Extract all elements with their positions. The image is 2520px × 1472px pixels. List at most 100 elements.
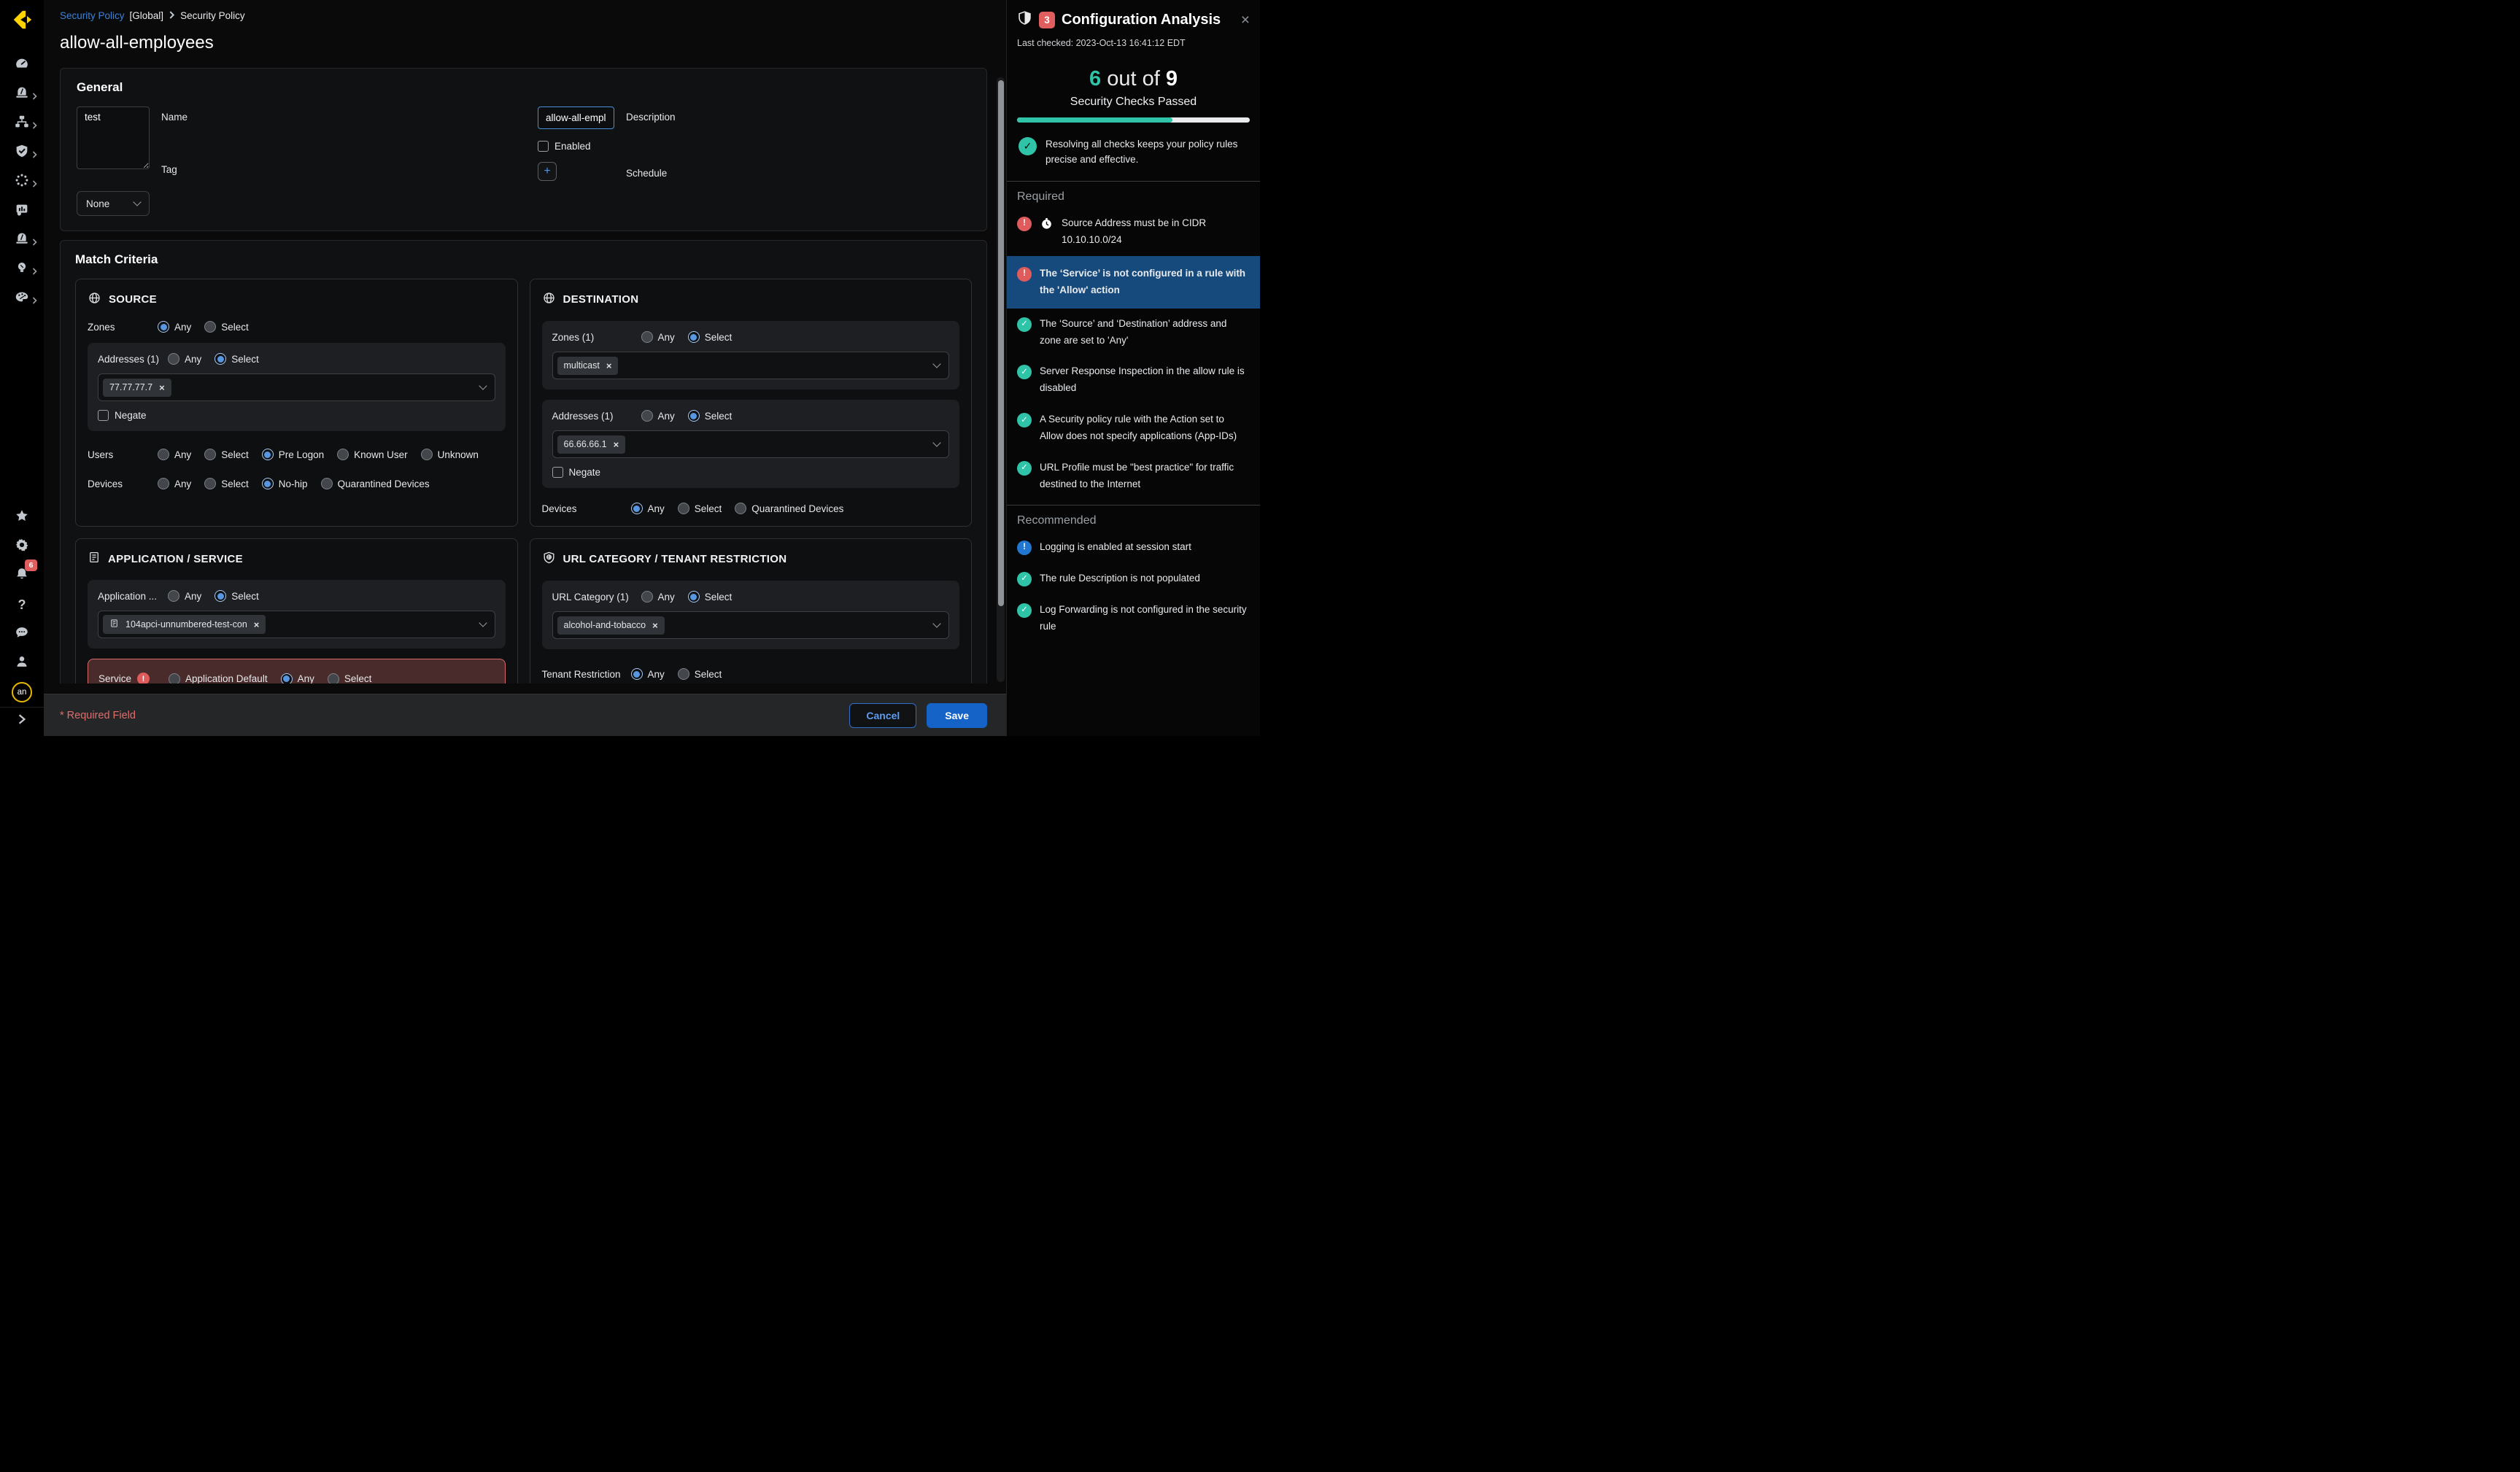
users-any-radio[interactable]: Any (158, 449, 191, 460)
source-negate-checkbox[interactable] (98, 410, 109, 421)
application-any-radio[interactable]: Any (168, 590, 201, 602)
page-title: allow-all-employees (44, 21, 1006, 53)
close-icon[interactable]: × (1241, 12, 1250, 28)
analysis-title: Configuration Analysis (1062, 12, 1221, 28)
dest-zones-select-radio[interactable]: Select (688, 331, 733, 343)
schedule-select[interactable]: None (77, 191, 150, 216)
tenant-restriction-label: Tenant Restriction (542, 669, 631, 680)
chevron-down-icon (932, 360, 940, 368)
remove-chip-icon[interactable]: × (254, 619, 260, 630)
radio-icon (321, 478, 333, 489)
destination-zones-dropdown[interactable]: multicast × (552, 352, 950, 379)
sidebar-item-alerts[interactable] (5, 225, 39, 255)
source-addresses-any-radio[interactable]: Any (168, 353, 201, 365)
general-heading: General (77, 80, 970, 95)
brand-logo-icon[interactable] (11, 9, 33, 34)
remove-chip-icon[interactable]: × (606, 360, 612, 371)
source-zones-select-radio[interactable]: Select (204, 321, 249, 333)
breadcrumb-link[interactable]: Security Policy (60, 10, 125, 21)
sidebar-item-identity[interactable] (5, 167, 39, 196)
match-criteria-heading: Match Criteria (75, 252, 972, 267)
chevron-down-icon (932, 438, 940, 446)
sidebar-item-notifications[interactable]: 6 (5, 561, 39, 590)
required-item[interactable]: ✓ Server Response Inspection in the allo… (1007, 356, 1260, 404)
application-dropdown[interactable]: 104apci-unnumbered-test-con × (98, 611, 495, 638)
source-devices-select-radio[interactable]: Select (204, 478, 249, 489)
shield-icon (1017, 10, 1032, 29)
radio-icon (169, 673, 180, 684)
dest-devices-quarantined-radio[interactable]: Quarantined Devices (735, 503, 843, 514)
tenant-select-radio[interactable]: Select (678, 668, 722, 680)
sidebar-item-security-services[interactable] (5, 138, 39, 167)
check-icon: ✓ (1017, 461, 1032, 476)
application-select-radio[interactable]: Select (214, 590, 259, 602)
users-pre-logon-radio[interactable]: Pre Logon (262, 449, 324, 460)
dest-zones-any-radio[interactable]: Any (641, 331, 675, 343)
users-select-radio[interactable]: Select (204, 449, 249, 460)
destination-negate-checkbox[interactable] (552, 467, 563, 478)
name-input[interactable] (538, 106, 614, 129)
save-button[interactable]: Save (927, 703, 987, 728)
users-unknown-radio[interactable]: Unknown (421, 449, 479, 460)
cancel-button[interactable]: Cancel (849, 703, 916, 728)
destination-addresses-group: Addresses (1) Any Select 66.66.66.1 × (542, 400, 960, 488)
radio-icon (631, 668, 643, 680)
source-devices-any-radio[interactable]: Any (158, 478, 191, 489)
sidebar-item-insights[interactable] (5, 255, 39, 284)
check-icon: ✓ (1017, 572, 1032, 586)
required-item[interactable]: ✓ URL Profile must be "best practice" fo… (1007, 452, 1260, 500)
chevron-down-icon (932, 619, 940, 627)
remove-chip-icon[interactable]: × (652, 620, 658, 631)
recommended-item[interactable]: ✓ The rule Description is not populated (1007, 563, 1260, 594)
required-item[interactable]: ! Source Address must be in CIDR 10.10.1… (1007, 208, 1260, 256)
dest-devices-any-radio[interactable]: Any (631, 503, 665, 514)
score-subtitle: Security Checks Passed (1007, 96, 1260, 109)
recommended-item[interactable]: ✓ Log Forwarding is not configured in th… (1007, 594, 1260, 643)
sidebar-item-settings[interactable] (5, 532, 39, 561)
service-any-radio[interactable]: Any (281, 673, 314, 684)
source-zones-any-radio[interactable]: Any (158, 321, 191, 333)
recommended-item[interactable]: ! Logging is enabled at session start (1007, 532, 1260, 563)
sidebar-item-monitor[interactable] (5, 196, 39, 225)
app-list-icon (88, 551, 101, 567)
sidebar-item-dashboard[interactable] (5, 50, 39, 80)
service-select-radio[interactable]: Select (328, 673, 372, 684)
service-app-default-radio[interactable]: Application Default (169, 673, 268, 684)
sidebar-item-network[interactable] (5, 109, 39, 138)
tenant-any-radio[interactable]: Any (631, 668, 665, 680)
required-item[interactable]: ✓ A Security policy rule with the Action… (1007, 404, 1260, 452)
required-heading: Required (1007, 182, 1260, 208)
required-item-selected[interactable]: ! The ‘Service’ is not configured in a r… (1007, 256, 1260, 309)
users-known-user-radio[interactable]: Known User (337, 449, 408, 460)
sidebar-item-help[interactable]: ? (5, 590, 39, 619)
description-textarea[interactable]: test (77, 106, 150, 169)
source-addresses-select-radio[interactable]: Select (214, 353, 259, 365)
sidebar-item-favorites[interactable] (5, 503, 39, 532)
dest-devices-select-radio[interactable]: Select (678, 503, 722, 514)
add-tag-button[interactable]: + (538, 162, 557, 181)
remove-chip-icon[interactable]: × (614, 439, 619, 450)
url-category-any-radio[interactable]: Any (641, 591, 675, 603)
main-scrollbar[interactable] (997, 77, 1005, 682)
sidebar-item-account[interactable]: an (5, 678, 39, 707)
source-devices-quarantined-radio[interactable]: Quarantined Devices (321, 478, 430, 489)
url-category-select-radio[interactable]: Select (688, 591, 733, 603)
sidebar-expand[interactable] (0, 707, 44, 736)
sidebar-item-profile[interactable] (5, 648, 39, 678)
dest-addresses-select-radio[interactable]: Select (688, 410, 733, 422)
sidebar-item-workflows[interactable] (5, 284, 39, 313)
dest-addresses-any-radio[interactable]: Any (641, 410, 675, 422)
enabled-checkbox[interactable] (538, 141, 549, 152)
shield-check-icon (14, 143, 30, 163)
scrollbar-thumb[interactable] (998, 80, 1004, 606)
url-category-dropdown[interactable]: alcohol-and-tobacco × (552, 611, 950, 639)
sidebar-item-feedback[interactable] (5, 619, 39, 648)
source-devices-no-hip-radio[interactable]: No-hip (262, 478, 308, 489)
required-item[interactable]: ✓ The ‘Source’ and ‘Destination’ address… (1007, 309, 1260, 357)
destination-addresses-dropdown[interactable]: 66.66.66.1 × (552, 430, 950, 458)
application-label: Application ... (98, 591, 168, 602)
zones-label: Zones (88, 322, 158, 333)
source-addresses-dropdown[interactable]: 77.77.77.7 × (98, 373, 495, 401)
sidebar-item-incidents[interactable] (5, 80, 39, 109)
remove-chip-icon[interactable]: × (159, 382, 165, 393)
